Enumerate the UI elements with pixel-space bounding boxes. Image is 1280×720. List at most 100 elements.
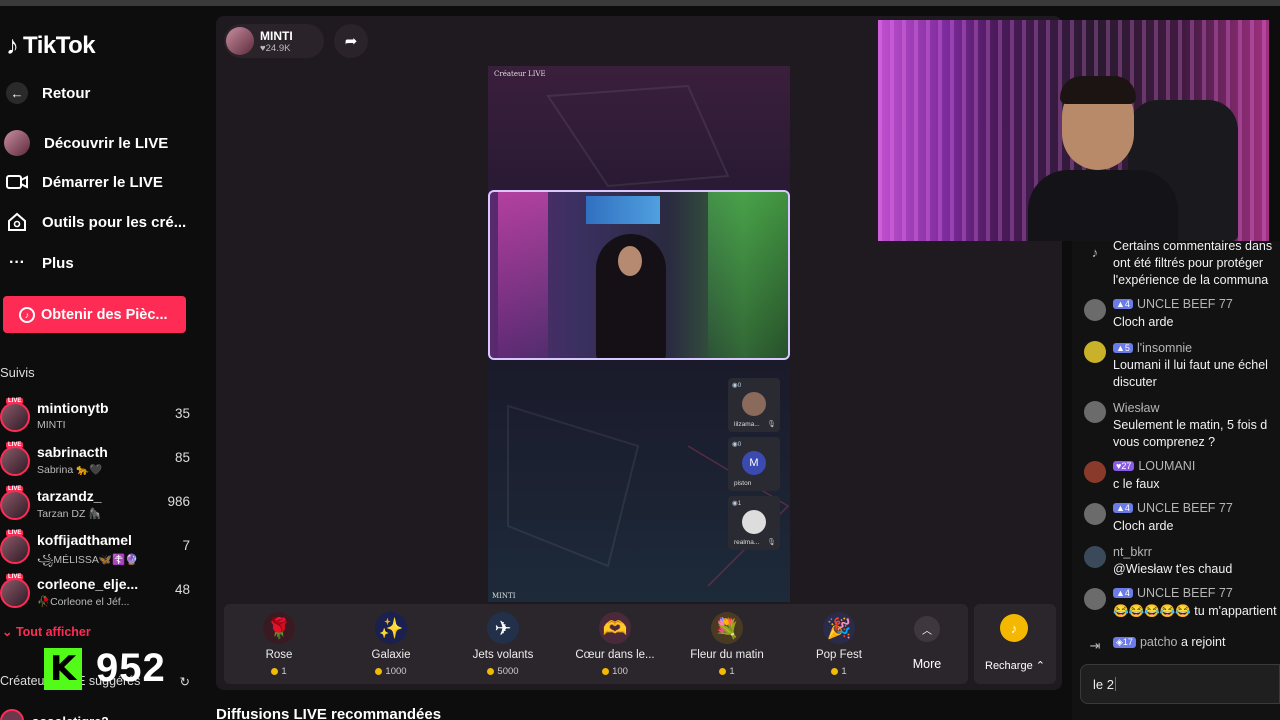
more-label: More [912,657,942,671]
share-arrow-icon: ➦ [344,33,358,50]
guest-badge: ◉1 [732,500,742,507]
nav-discover-live[interactable]: Découvrir le LIVE [4,130,168,156]
streamer-face [618,246,642,276]
guest-tile[interactable]: ◉0 lilzama... 🎙 [728,378,780,432]
guest-tile[interactable]: ◉1 realma... 🎙 [728,496,780,550]
chat-input[interactable]: le 2 [1080,664,1280,704]
following-item[interactable]: LIVE mintionytb MINTI 35 [0,398,205,438]
message-text: ont été filtrés pour protéger [1113,256,1264,270]
chat-panel: ♪ Certains commentaires dans ont été fil… [1072,239,1280,720]
gift-price: 1 [672,666,782,677]
jets-icon: ✈ [487,612,519,644]
mic-muted-icon: 🎙 [767,539,776,546]
heart-hands-icon: 🫶 [599,612,631,644]
kick-viewer-count: 952 [96,646,166,690]
nav-more[interactable]: ··· Plus [6,252,74,274]
suggested-item[interactable]: sosoletigre2 [0,709,109,720]
person-body [1028,170,1178,241]
kick-logo-icon: K [44,647,82,690]
message-text: @Wiesław t'es chaud [1113,562,1233,576]
tiktok-note-icon: ♪ [6,30,19,60]
level-badge: ♥27 [1113,461,1135,471]
show-all-link[interactable]: ⌄ Tout afficher [2,624,91,639]
following-item[interactable]: LIVE tarzandz_ Tarzan DZ 🦍 986 [0,486,205,526]
refresh-icon[interactable]: ↻ [180,674,190,689]
avatar [0,578,30,608]
live-badge: LIVE [6,486,24,492]
stream-bottom-label: MINTI [492,592,516,600]
streamer-webcam-overlay [878,20,1269,241]
gift-item[interactable]: 🌹 Rose 1 [224,604,334,684]
following-subtitle: 🥀Corleone el Jéf... [37,596,130,608]
avatar [1084,341,1106,363]
guest-badge: ◉0 [732,441,742,448]
galaxy-icon: ✨ [375,612,407,644]
tiktok-logo[interactable]: ♪ TikTok [6,30,96,61]
following-subtitle: MINTI [37,419,66,431]
more-gifts-button[interactable]: ︿ More [892,604,962,684]
message-text: Seulement le matin, 5 fois d [1113,418,1268,432]
get-coins-button[interactable]: ♪ Obtenir des Pièc... [3,296,186,333]
message-text: Cloch arde [1113,315,1174,329]
guest-avatar [742,510,766,534]
nav-creator-tools[interactable]: Outils pour les cré... [6,211,186,233]
suggested-name: sosoletigre2 [32,714,109,720]
following-section-title: Suivis [0,365,35,380]
chat-input-value: le 2 [1093,676,1114,692]
more-dots-icon: ··· [9,254,25,271]
caret-up-icon: ⌃ [1035,660,1045,672]
gift-item[interactable]: ✈ Jets volants 5000 [448,604,558,684]
video-camera-icon [6,171,28,193]
live-badge: LIVE [6,398,24,404]
following-name: sabrinacth [37,444,108,460]
guest-tile[interactable]: ◉0 M piston [728,437,780,491]
chat-username: ▲4 UNCLE BEEF 77 [1113,586,1233,600]
rose-icon: 🌹 [263,612,295,644]
avatar [1084,588,1106,610]
streamer-name: MINTI [260,28,293,43]
following-name: corleone_elje... [37,576,139,592]
gift-item[interactable]: 🫶 Cœur dans le... 100 [560,604,670,684]
live-badge: LIVE [6,574,24,580]
following-name: tarzandz_ [37,488,102,504]
avatar [1084,401,1106,423]
following-item[interactable]: LIVE corleone_elje... 🥀Corleone el Jéf..… [0,574,205,614]
chat-username: ♥27 LOUMANI [1113,459,1195,473]
streamer-info[interactable]: MINTI ♥24.9K [224,24,324,58]
get-coins-label: Obtenir des Pièc... [41,306,168,323]
following-item[interactable]: LIVE koffijadthamel ꧁MÉLISSA🦋☦️🔮 7 [0,530,205,570]
gift-item[interactable]: 💐 Fleur du matin 1 [672,604,782,684]
message-text: c le faux [1113,477,1160,491]
chat-username: ▲4 UNCLE BEEF 77 [1113,501,1233,515]
gift-name: Pop Fest [815,649,863,661]
avatar [1084,299,1106,321]
gift-item[interactable]: ✨ Galaxie 1000 [336,604,446,684]
avatar [0,490,30,520]
gift-item[interactable]: 🎉 Pop Fest 1 [784,604,894,684]
level-badge: ◈17 [1113,637,1136,648]
chat-username: ▲4 UNCLE BEEF 77 [1113,297,1233,311]
person-hair [1060,76,1136,104]
guest-avatar [742,392,766,416]
back-button[interactable]: ← Retour [6,82,90,104]
likes-count: 24.9K [265,42,291,54]
avatar [0,402,30,432]
guest-badge: ◉0 [732,382,742,389]
recharge-button[interactable]: ♪ Recharge ⌃ [974,604,1056,684]
nav-creator-tools-label: Outils pour les cré... [42,213,187,231]
sidebar: ♪ TikTok ← Retour Découvrir le LIVE Déma… [0,6,210,720]
following-item[interactable]: LIVE sabrinacth Sabrina 🐆🖤 85 [0,442,205,482]
chat-username: Wiesław [1113,401,1160,415]
gift-name: Rose [265,649,293,661]
logo-text: TikTok [23,31,96,59]
live-video[interactable]: Créateur LIVE ◉0 lilzama... 🎙 ◉0 M pisto… [488,66,790,602]
level-badge: ▲4 [1113,503,1133,513]
share-button[interactable]: ➦ [334,24,368,58]
show-all-label: Tout afficher [15,625,91,639]
message-text: l'expérience de la communa [1113,273,1269,287]
nav-start-live[interactable]: Démarrer le LIVE [6,171,163,193]
main-camera-view [488,190,790,360]
avatar [0,534,30,564]
guest-name: lilzama... [734,421,760,428]
gift-name: Jets volants [472,649,534,661]
